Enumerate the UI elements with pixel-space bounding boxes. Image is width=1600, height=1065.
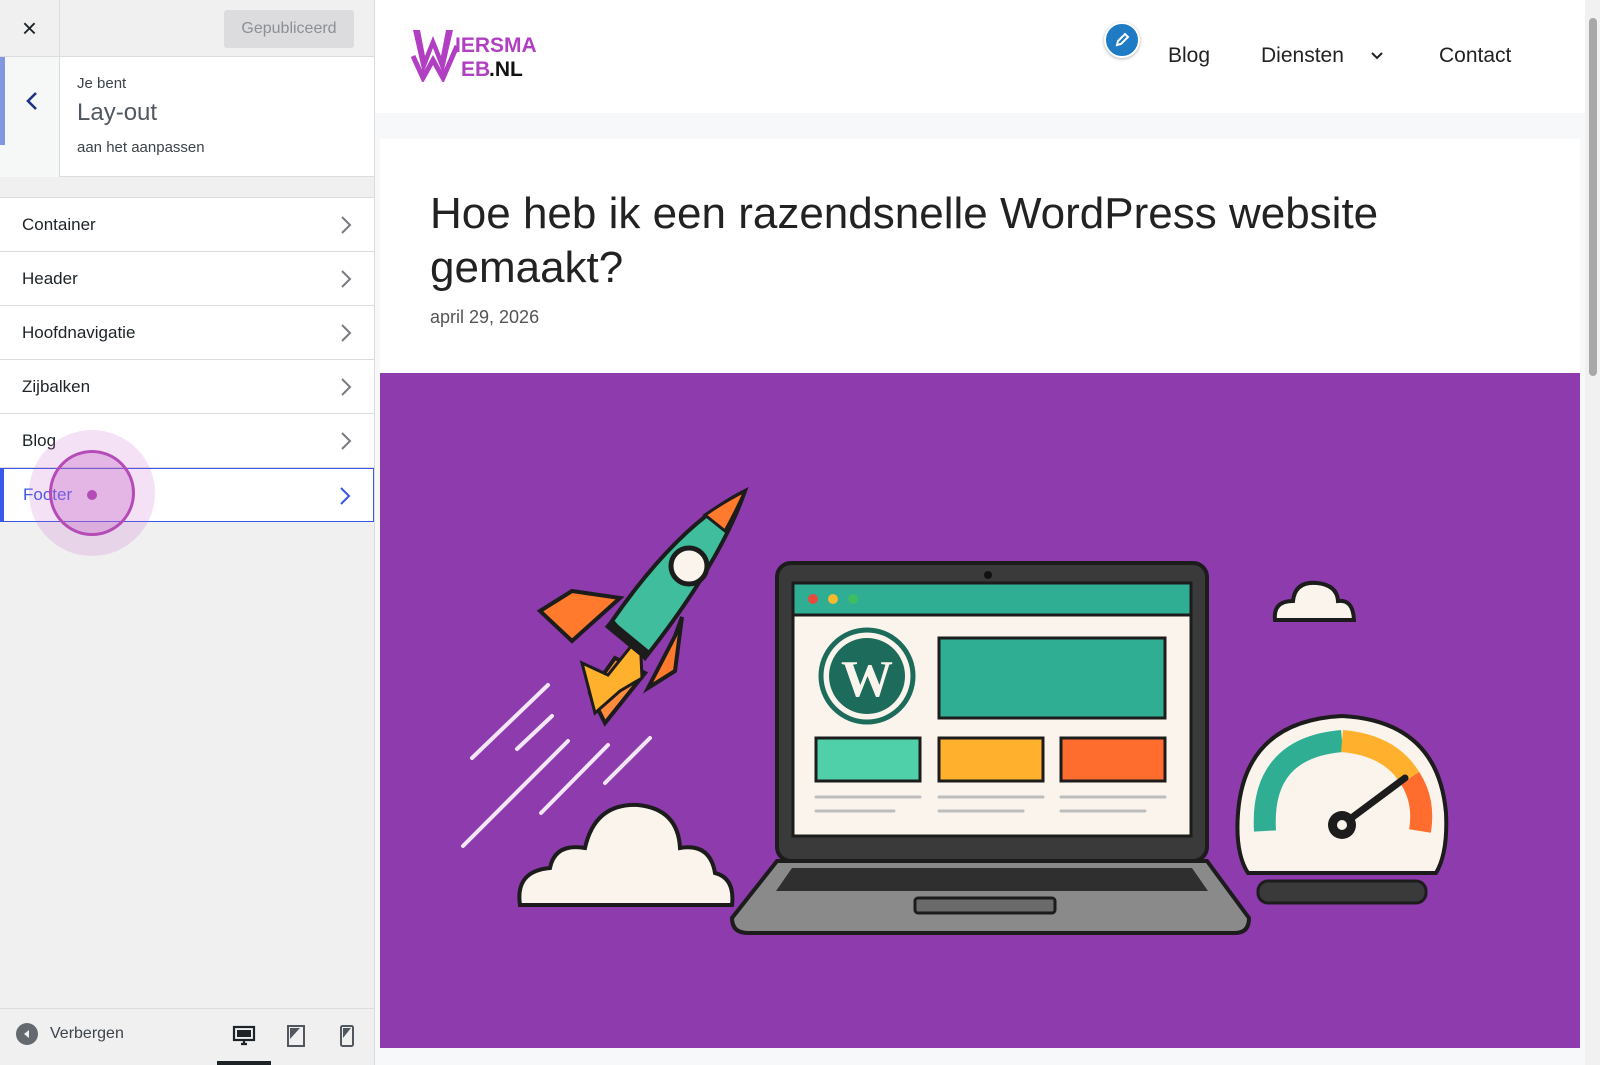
article-header: Hoe heb ik een razendsnelle WordPress we… xyxy=(380,139,1580,375)
logo-text-eb: EB xyxy=(461,58,490,81)
chevron-right-icon xyxy=(341,432,352,450)
mobile-preview-button[interactable] xyxy=(332,1021,362,1051)
menu-item-hoofdnavigatie[interactable]: Hoofdnavigatie xyxy=(0,306,374,360)
article-title: Hoe heb ik een razendsnelle WordPress we… xyxy=(430,189,1379,292)
chevron-right-icon xyxy=(341,324,352,342)
chevron-right-icon xyxy=(341,378,352,396)
article-date: april 29, 2026 xyxy=(430,307,540,327)
menu-item-label: Container xyxy=(22,214,96,234)
chevron-right-icon xyxy=(341,216,352,234)
site-header: IERSMA EB .NL Blog Diensten Contact xyxy=(375,0,1585,113)
scrollbar-thumb[interactable] xyxy=(1589,18,1597,376)
publish-button[interactable]: Gepubliceerd xyxy=(224,10,354,48)
section-post-label: aan het aanpassen xyxy=(77,139,205,156)
nav-link-contact[interactable]: Contact xyxy=(1439,44,1511,68)
hide-label: Verbergen xyxy=(50,1025,124,1042)
mobile-icon xyxy=(340,1025,354,1047)
section-title: Lay-out xyxy=(77,99,158,126)
customizer-sidebar: × Gepubliceerd Je bent Lay-out aan het a… xyxy=(0,0,375,1065)
menu-item-label: Zijbalken xyxy=(22,376,91,396)
pencil-icon xyxy=(1115,32,1130,47)
section-pre-label: Je bent xyxy=(77,75,127,92)
hide-controls-button[interactable]: Verbergen xyxy=(16,1023,124,1045)
rocket-laptop-illustration: W xyxy=(380,373,1580,1048)
nav-link-blog[interactable]: Blog xyxy=(1168,44,1210,68)
chevron-left-icon xyxy=(26,92,37,110)
menu-item-label: Hoofdnavigatie xyxy=(22,322,136,342)
active-device-indicator xyxy=(217,1061,271,1065)
back-button-filler xyxy=(0,145,60,177)
featured-image: W xyxy=(380,373,1580,1048)
logo-text-nl: .NL xyxy=(489,58,523,81)
menu-item-footer[interactable]: Footer xyxy=(0,468,374,522)
chevron-right-icon xyxy=(341,270,352,288)
svg-text:W: W xyxy=(841,651,893,708)
tablet-preview-button[interactable] xyxy=(281,1021,311,1051)
desktop-preview-button[interactable] xyxy=(229,1021,259,1051)
close-customizer-button[interactable]: × xyxy=(0,0,60,57)
chevron-right-icon xyxy=(340,487,351,505)
tablet-icon xyxy=(287,1025,305,1047)
speedometer xyxy=(1235,713,1449,905)
menu-item-header[interactable]: Header xyxy=(0,252,374,306)
collapse-arrow-icon xyxy=(16,1023,38,1045)
preview-scrollbar[interactable] xyxy=(1585,0,1600,1065)
site-logo[interactable]: IERSMA EB .NL xyxy=(410,26,541,87)
menu-item-label: Footer xyxy=(23,485,73,504)
menu-item-blog[interactable]: Blog xyxy=(0,414,374,468)
menu-item-zijbalken[interactable]: Zijbalken xyxy=(0,360,374,414)
customizer-footer: Verbergen xyxy=(0,1008,374,1065)
edit-shortcut-button[interactable] xyxy=(1104,22,1140,58)
customizer-topbar: × Gepubliceerd xyxy=(0,0,374,57)
desktop-icon xyxy=(232,1025,256,1046)
menu-item-label: Blog xyxy=(22,430,57,450)
chevron-down-icon[interactable] xyxy=(1370,50,1384,62)
section-menu: Container Header Hoofdnavigatie Zijbalke… xyxy=(0,197,374,522)
section-header: Je bent Lay-out aan het aanpassen xyxy=(0,57,374,177)
site-preview: IERSMA EB .NL Blog Diensten Contact Hoe … xyxy=(375,0,1600,1065)
menu-item-label: Header xyxy=(22,268,78,288)
back-button[interactable] xyxy=(0,57,60,145)
laptop: W xyxy=(729,561,1252,935)
nav-link-diensten[interactable]: Diensten xyxy=(1261,44,1344,68)
logo-text-top: IERSMA xyxy=(455,34,537,57)
menu-item-container[interactable]: Container xyxy=(0,198,374,252)
